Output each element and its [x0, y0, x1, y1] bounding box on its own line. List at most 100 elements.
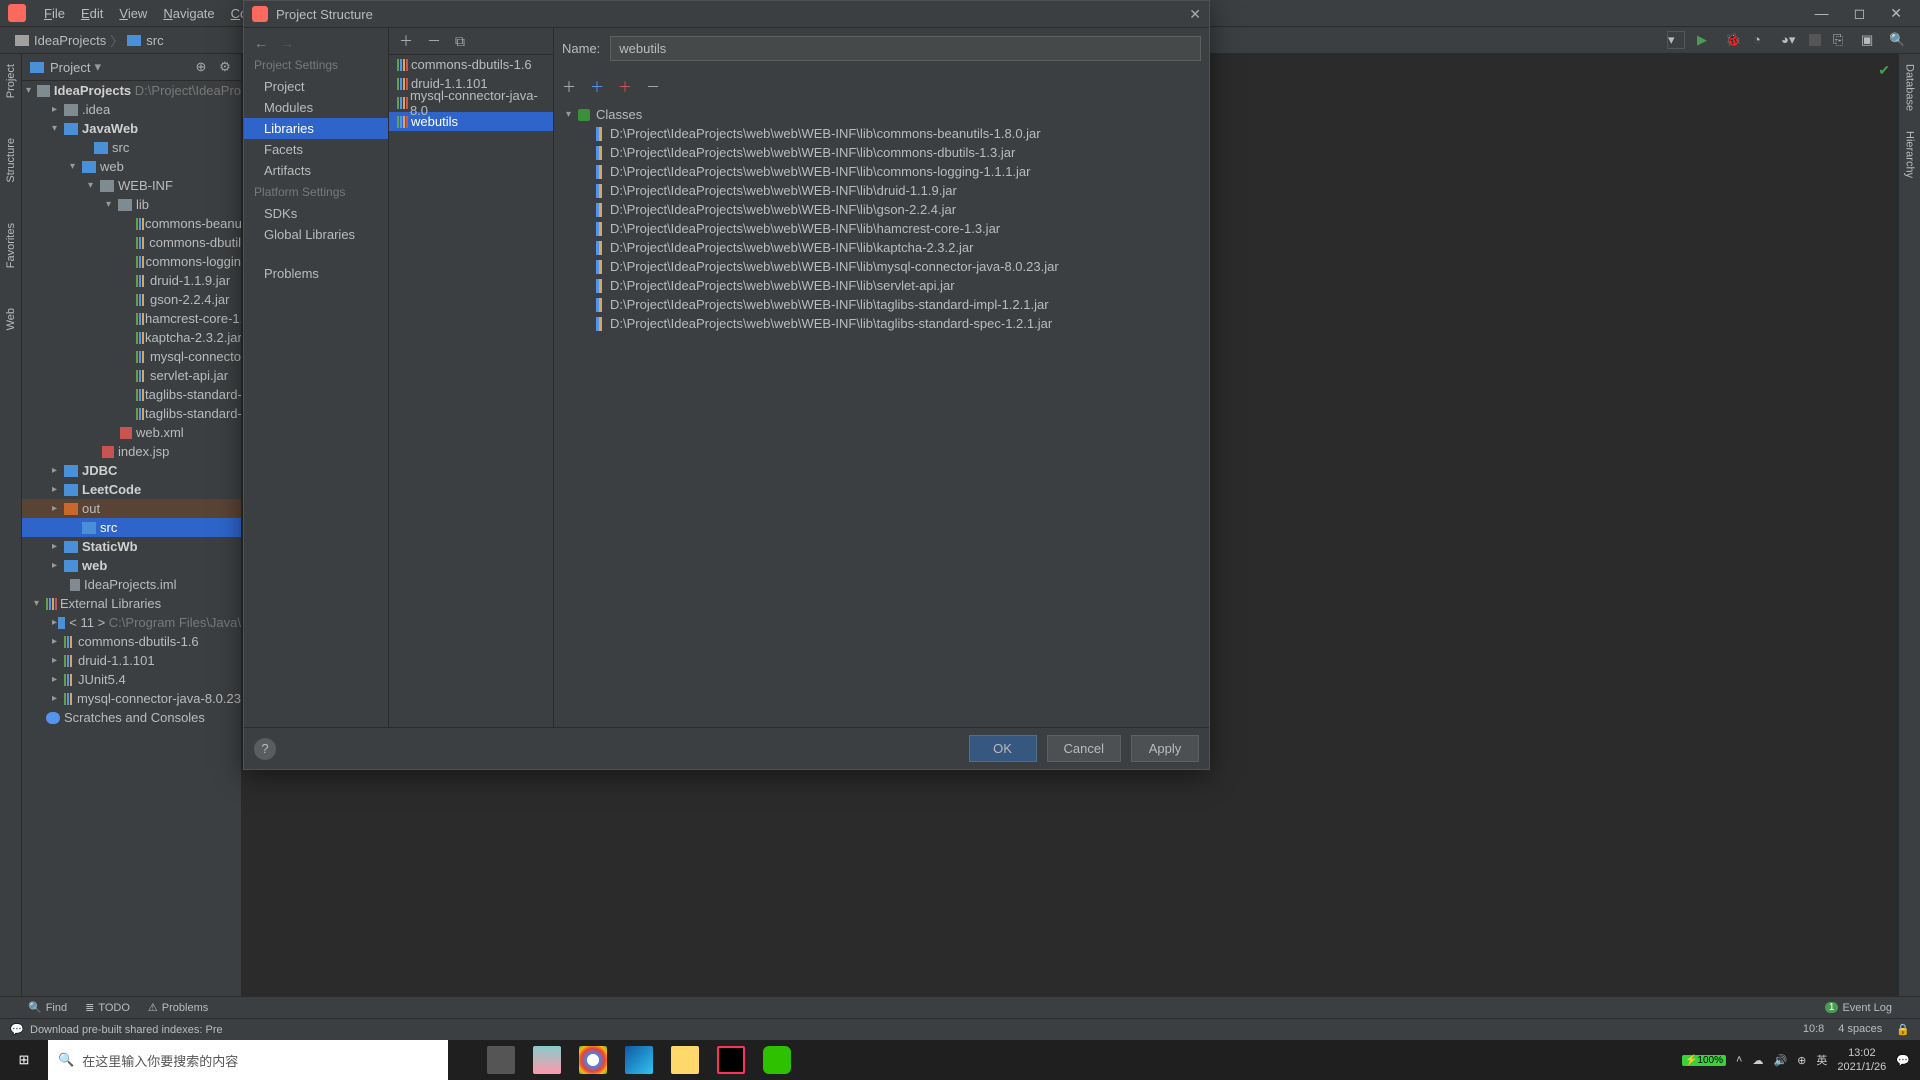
nav-facets[interactable]: Facets: [244, 139, 388, 160]
battery-icon[interactable]: ⚡100%: [1682, 1055, 1726, 1066]
wechat-icon[interactable]: [763, 1046, 791, 1074]
start-button[interactable]: ⊞: [0, 1040, 48, 1080]
tree-extlib[interactable]: ▸druid-1.1.101: [22, 651, 241, 670]
add-icon[interactable]: ＋: [562, 77, 576, 97]
run-config-dropdown[interactable]: ▾: [1667, 31, 1685, 49]
minimize-button[interactable]: —: [1815, 5, 1829, 22]
breadcrumb-item[interactable]: src: [146, 33, 163, 48]
volume-icon[interactable]: 🔊: [1773, 1054, 1787, 1067]
search-icon[interactable]: 🔍: [1889, 32, 1905, 48]
onedrive-icon[interactable]: ☁: [1752, 1054, 1763, 1067]
nav-sdks[interactable]: SDKs: [244, 203, 388, 224]
jar-path[interactable]: D:\Project\IdeaProjects\web\web\WEB-INF\…: [562, 219, 1201, 238]
debug-icon[interactable]: 🐞: [1725, 32, 1741, 48]
tree-extlib[interactable]: ▸commons-dbutils-1.6: [22, 632, 241, 651]
tree-jar[interactable]: commons-dbutil: [22, 233, 241, 252]
jar-path[interactable]: D:\Project\IdeaProjects\web\web\WEB-INF\…: [562, 295, 1201, 314]
classes-node[interactable]: ▾Classes: [562, 105, 1201, 124]
breadcrumb-root[interactable]: IdeaProjects: [34, 33, 106, 48]
jar-path[interactable]: D:\Project\IdeaProjects\web\web\WEB-INF\…: [562, 181, 1201, 200]
locate-icon[interactable]: ⊕: [193, 59, 209, 75]
menu-file[interactable]: File: [36, 6, 73, 21]
jar-path[interactable]: D:\Project\IdeaProjects\web\web\WEB-INF\…: [562, 257, 1201, 276]
tree-src[interactable]: src: [22, 138, 241, 157]
clock[interactable]: 13:02 2021/1/26: [1837, 1046, 1886, 1074]
tree-jar[interactable]: commons-loggin: [22, 252, 241, 271]
tree-out[interactable]: ▸out: [22, 499, 241, 518]
stop-icon[interactable]: [1809, 34, 1821, 46]
intellij-icon[interactable]: [717, 1046, 745, 1074]
tree-jar[interactable]: taglibs-standard-: [22, 404, 241, 423]
tree-jar[interactable]: kaptcha-2.3.2.jar: [22, 328, 241, 347]
tree-jar[interactable]: servlet-api.jar: [22, 366, 241, 385]
ime-indicator[interactable]: 英: [1816, 1052, 1827, 1068]
nav-artifacts[interactable]: Artifacts: [244, 160, 388, 181]
menu-view[interactable]: View: [111, 6, 155, 21]
lock-icon[interactable]: 🔒: [1896, 1023, 1910, 1036]
coverage-icon[interactable]: ◔: [1753, 32, 1769, 48]
back-icon[interactable]: ←: [254, 35, 268, 51]
tree-idea[interactable]: ▸.idea: [22, 100, 241, 119]
nav-libraries[interactable]: Libraries: [244, 118, 388, 139]
close-button[interactable]: ✕: [1890, 5, 1902, 22]
speech-icon[interactable]: 💬: [10, 1023, 24, 1037]
help-button[interactable]: ?: [254, 738, 276, 760]
cancel-button[interactable]: Cancel: [1047, 735, 1121, 762]
tree-jar[interactable]: commons-beanu: [22, 214, 241, 233]
tree-iml[interactable]: IdeaProjects.iml: [22, 575, 241, 594]
jar-path[interactable]: D:\Project\IdeaProjects\web\web\WEB-INF\…: [562, 200, 1201, 219]
tree-webxml[interactable]: web.xml: [22, 423, 241, 442]
copy-icon[interactable]: ⧉: [455, 33, 465, 50]
tab-find[interactable]: 🔍Find: [28, 1001, 67, 1014]
tree-extlib[interactable]: ▸JUnit5.4: [22, 670, 241, 689]
jar-path[interactable]: D:\Project\IdeaProjects\web\web\WEB-INF\…: [562, 162, 1201, 181]
tool-structure[interactable]: Structure: [5, 138, 17, 183]
menu-navigate[interactable]: Navigate: [155, 6, 222, 21]
ok-button[interactable]: OK: [969, 735, 1037, 762]
add-excl-icon[interactable]: ＋: [618, 77, 632, 97]
tree-web[interactable]: ▾web: [22, 157, 241, 176]
indent-setting[interactable]: 4 spaces: [1838, 1023, 1882, 1036]
remove-icon[interactable]: －: [646, 77, 660, 97]
nav-problems[interactable]: Problems: [244, 263, 388, 284]
chrome-icon[interactable]: [579, 1046, 607, 1074]
edge-icon[interactable]: [625, 1046, 653, 1074]
tree-ext11[interactable]: ▸< 11 > C:\Program Files\Java\: [22, 613, 241, 632]
tree-jar[interactable]: gson-2.2.4.jar: [22, 290, 241, 309]
jar-path[interactable]: D:\Project\IdeaProjects\web\web\WEB-INF\…: [562, 314, 1201, 333]
jar-path[interactable]: D:\Project\IdeaProjects\web\web\WEB-INF\…: [562, 124, 1201, 143]
library-item[interactable]: mysql-connector-java-8.0: [389, 93, 553, 112]
jar-path[interactable]: D:\Project\IdeaProjects\web\web\WEB-INF\…: [562, 238, 1201, 257]
nav-project[interactable]: Project: [244, 76, 388, 97]
run-icon[interactable]: ▶: [1697, 32, 1713, 48]
tool-favorites[interactable]: Favorites: [5, 223, 17, 268]
menu-edit[interactable]: Edit: [73, 6, 111, 21]
tree-jdbc[interactable]: ▸JDBC: [22, 461, 241, 480]
settings-icon[interactable]: ⚙: [217, 59, 233, 75]
tree-jar[interactable]: mysql-connecto: [22, 347, 241, 366]
tool-database[interactable]: Database: [1904, 64, 1916, 111]
maximize-button[interactable]: ◻: [1854, 5, 1866, 22]
jar-path[interactable]: D:\Project\IdeaProjects\web\web\WEB-INF\…: [562, 143, 1201, 162]
add-icon[interactable]: ＋: [399, 31, 413, 51]
tab-todo[interactable]: ≣TODO: [85, 1001, 130, 1014]
tree-lib[interactable]: ▾lib: [22, 195, 241, 214]
tab-problems[interactable]: ⚠Problems: [148, 1001, 208, 1014]
tree-root[interactable]: ▾IdeaProjects D:\Project\IdeaPro: [22, 81, 241, 100]
tree-webinf[interactable]: ▾WEB-INF: [22, 176, 241, 195]
tree-scratches[interactable]: Scratches and Consoles: [22, 708, 241, 727]
tree-jar[interactable]: druid-1.1.9.jar: [22, 271, 241, 290]
explorer-icon[interactable]: [671, 1046, 699, 1074]
tree-javaweb[interactable]: ▾JavaWeb: [22, 119, 241, 138]
name-input[interactable]: [610, 36, 1201, 61]
tool-web[interactable]: Web: [5, 308, 17, 330]
forward-icon[interactable]: →: [280, 35, 294, 51]
paint-icon[interactable]: [533, 1046, 561, 1074]
taskbar-search[interactable]: 🔍 在这里输入你要搜索的内容: [48, 1040, 448, 1080]
git-icon[interactable]: ⎘: [1833, 32, 1849, 48]
nav-global-libs[interactable]: Global Libraries: [244, 224, 388, 245]
nav-modules[interactable]: Modules: [244, 97, 388, 118]
library-item[interactable]: commons-dbutils-1.6: [389, 55, 553, 74]
tree-src2[interactable]: src: [22, 518, 241, 537]
jar-path[interactable]: D:\Project\IdeaProjects\web\web\WEB-INF\…: [562, 276, 1201, 295]
